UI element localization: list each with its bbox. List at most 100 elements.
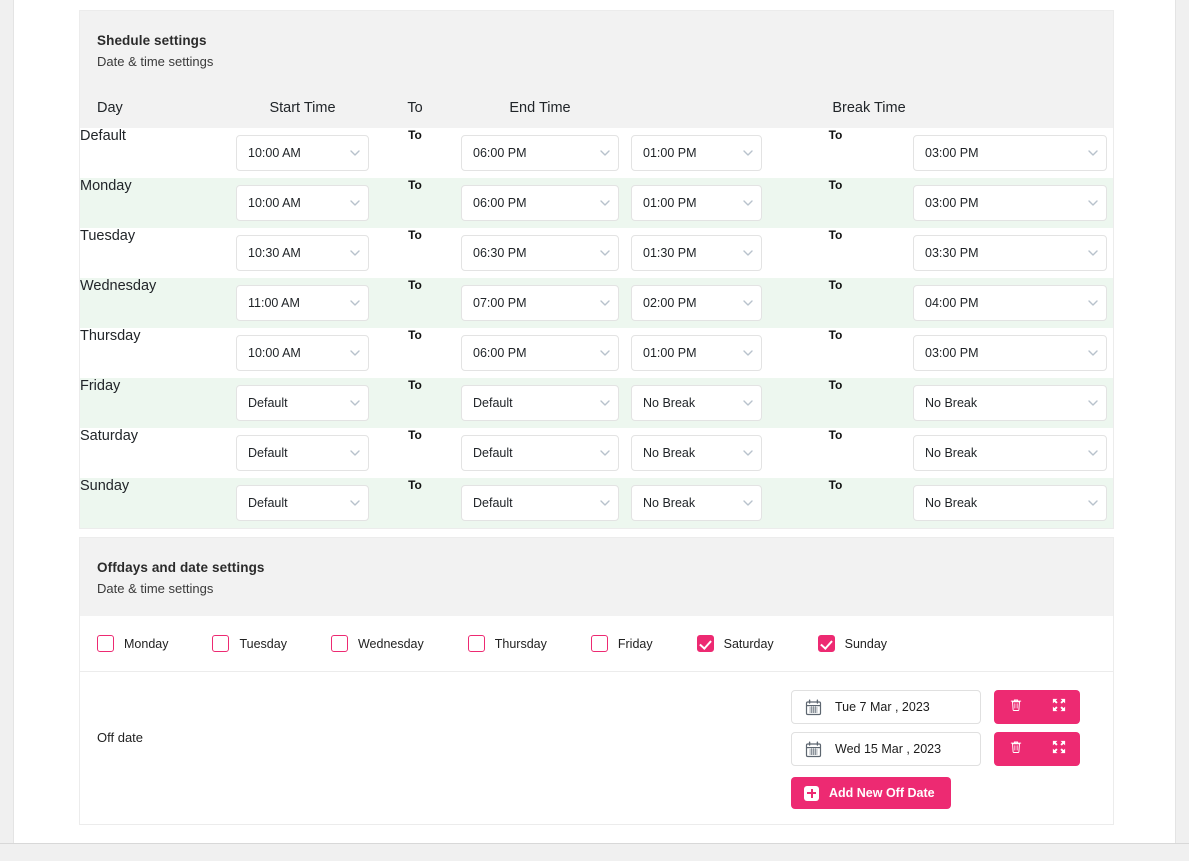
- offday-checkbox-monday[interactable]: Monday: [97, 635, 168, 652]
- break-end-select[interactable]: 03:00 PM: [913, 335, 1108, 371]
- break-start-select-value: 01:00 PM: [643, 196, 697, 210]
- delete-off-date-button[interactable]: [994, 732, 1037, 766]
- checkbox-checked-icon[interactable]: [696, 635, 714, 652]
- off-date-input[interactable]: Tue 7 Mar , 2023: [791, 690, 981, 724]
- end-time-select-value: Default: [473, 446, 513, 460]
- chevron-down-icon: [743, 150, 753, 156]
- end-time-select[interactable]: 06:00 PM: [461, 185, 619, 221]
- start-time-select[interactable]: 10:00 AM: [236, 185, 369, 221]
- expand-off-date-button[interactable]: [1037, 690, 1080, 724]
- start-time-select-value: 10:30 AM: [248, 246, 301, 260]
- chevron-down-icon: [1088, 150, 1098, 156]
- break-start-select[interactable]: 02:00 PM: [631, 285, 762, 321]
- end-time-select[interactable]: 07:00 PM: [461, 285, 619, 321]
- break-end-select[interactable]: 03:30 PM: [913, 235, 1108, 271]
- start-time-select[interactable]: 11:00 AM: [236, 285, 369, 321]
- start-time-select-cell: 10:30 AM: [230, 228, 375, 278]
- off-date-section: Off date Tue 7 Mar , 2023 Wed 15 Mar , 20…: [80, 672, 1113, 824]
- chevron-down-icon: [1088, 400, 1098, 406]
- chevron-down-icon: [350, 450, 360, 456]
- end-time-select[interactable]: Default: [461, 385, 619, 421]
- end-time-select-cell: 06:00 PM: [455, 178, 625, 228]
- delete-off-date-button[interactable]: [994, 690, 1037, 724]
- offday-checkbox-sunday[interactable]: Sunday: [817, 635, 887, 652]
- checkbox-unchecked-icon[interactable]: [97, 635, 114, 652]
- end-time-select-cell: 06:00 PM: [455, 128, 625, 178]
- end-time-select-value: Default: [473, 496, 513, 510]
- checkbox-unchecked-icon[interactable]: [467, 635, 485, 652]
- to-label-break: To: [828, 228, 843, 242]
- end-time-select-value: 06:30 PM: [473, 246, 527, 260]
- end-time-select[interactable]: Default: [461, 485, 619, 521]
- break-start-select[interactable]: No Break: [631, 485, 762, 521]
- offday-checkbox-tuesday[interactable]: Tuesday: [212, 635, 287, 652]
- checkbox-unchecked-icon[interactable]: [590, 635, 608, 652]
- chevron-down-icon: [1088, 300, 1098, 306]
- break-start-select[interactable]: No Break: [631, 385, 762, 421]
- start-time-select-value: Default: [248, 446, 288, 460]
- break-end-select[interactable]: No Break: [913, 485, 1108, 521]
- start-time-select[interactable]: Default: [236, 485, 369, 521]
- break-end-select[interactable]: 03:00 PM: [913, 135, 1108, 171]
- break-start-select[interactable]: 01:00 PM: [631, 135, 762, 171]
- add-new-off-date-button[interactable]: Add New Off Date: [791, 777, 951, 809]
- checkbox-checked-icon[interactable]: [817, 635, 835, 652]
- break-end-select-cell: No Break: [903, 378, 1113, 428]
- checkbox-unchecked-icon[interactable]: [212, 635, 230, 652]
- chevron-down-icon: [600, 150, 610, 156]
- end-time-select-cell: Default: [455, 428, 625, 478]
- schedule-row: Thursday 10:00 AM To 06:00 PM 01:00 PM To 03:0…: [80, 328, 1114, 378]
- break-end-select-cell: No Break: [903, 428, 1113, 478]
- start-time-select[interactable]: 10:30 AM: [236, 235, 369, 271]
- start-time-select-value: Default: [248, 396, 288, 410]
- end-time-select[interactable]: 06:00 PM: [461, 335, 619, 371]
- break-start-select[interactable]: 01:00 PM: [631, 185, 762, 221]
- offday-checkbox-thursday[interactable]: Thursday: [467, 635, 547, 652]
- expand-arrows-icon: [1052, 740, 1066, 759]
- end-time-select[interactable]: 06:00 PM: [461, 135, 619, 171]
- offday-checkbox-wednesday[interactable]: Wednesday: [330, 635, 424, 652]
- start-time-select[interactable]: Default: [236, 385, 369, 421]
- offday-checkbox-friday[interactable]: Friday: [590, 635, 653, 652]
- start-time-select[interactable]: Default: [236, 435, 369, 471]
- start-time-select-value: Default: [248, 496, 288, 510]
- break-end-select-cell: No Break: [903, 478, 1113, 528]
- to-label-break: To: [828, 328, 843, 342]
- break-start-select[interactable]: 01:00 PM: [631, 335, 762, 371]
- offday-checkbox-saturday[interactable]: Saturday: [696, 635, 774, 652]
- break-end-select[interactable]: 03:00 PM: [913, 185, 1108, 221]
- chevron-down-icon: [600, 200, 610, 206]
- break-start-select-value: No Break: [643, 446, 696, 460]
- chevron-down-icon: [743, 350, 753, 356]
- end-time-select[interactable]: 06:30 PM: [461, 235, 619, 271]
- schedule-row-day: Default: [80, 128, 126, 144]
- schedule-row-day: Thursday: [80, 328, 141, 344]
- to-label-break: To: [828, 128, 843, 142]
- checkbox-unchecked-icon[interactable]: [330, 635, 348, 652]
- expand-off-date-button[interactable]: [1037, 732, 1080, 766]
- column-header-day: Day: [97, 100, 123, 116]
- start-time-select-value: 10:00 AM: [248, 196, 301, 210]
- break-start-select-cell: 01:00 PM: [625, 328, 768, 378]
- start-time-select[interactable]: 10:00 AM: [236, 335, 369, 371]
- break-end-select[interactable]: No Break: [913, 435, 1108, 471]
- off-date-input[interactable]: Wed 15 Mar , 2023: [791, 732, 981, 766]
- break-end-select[interactable]: 04:00 PM: [913, 285, 1108, 321]
- start-time-select[interactable]: 10:00 AM: [236, 135, 369, 171]
- schedule-row-day: Tuesday: [80, 228, 136, 244]
- chevron-down-icon: [1088, 500, 1098, 506]
- break-start-select[interactable]: 01:30 PM: [631, 235, 762, 271]
- break-start-select[interactable]: No Break: [631, 435, 762, 471]
- break-end-select[interactable]: No Break: [913, 385, 1108, 421]
- add-new-off-date-label: Add New Off Date: [829, 786, 935, 800]
- window-bottom-strip: [0, 843, 1189, 861]
- offday-checkbox-label: Thursday: [494, 636, 547, 651]
- start-time-select-value: 10:00 AM: [248, 146, 301, 160]
- to-label: To: [408, 378, 422, 392]
- trash-icon: [1009, 698, 1023, 717]
- chevron-down-icon: [743, 300, 753, 306]
- chevron-down-icon: [1088, 200, 1098, 206]
- schedule-row-day: Sunday: [80, 478, 130, 494]
- end-time-select[interactable]: Default: [461, 435, 619, 471]
- chevron-down-icon: [600, 500, 610, 506]
